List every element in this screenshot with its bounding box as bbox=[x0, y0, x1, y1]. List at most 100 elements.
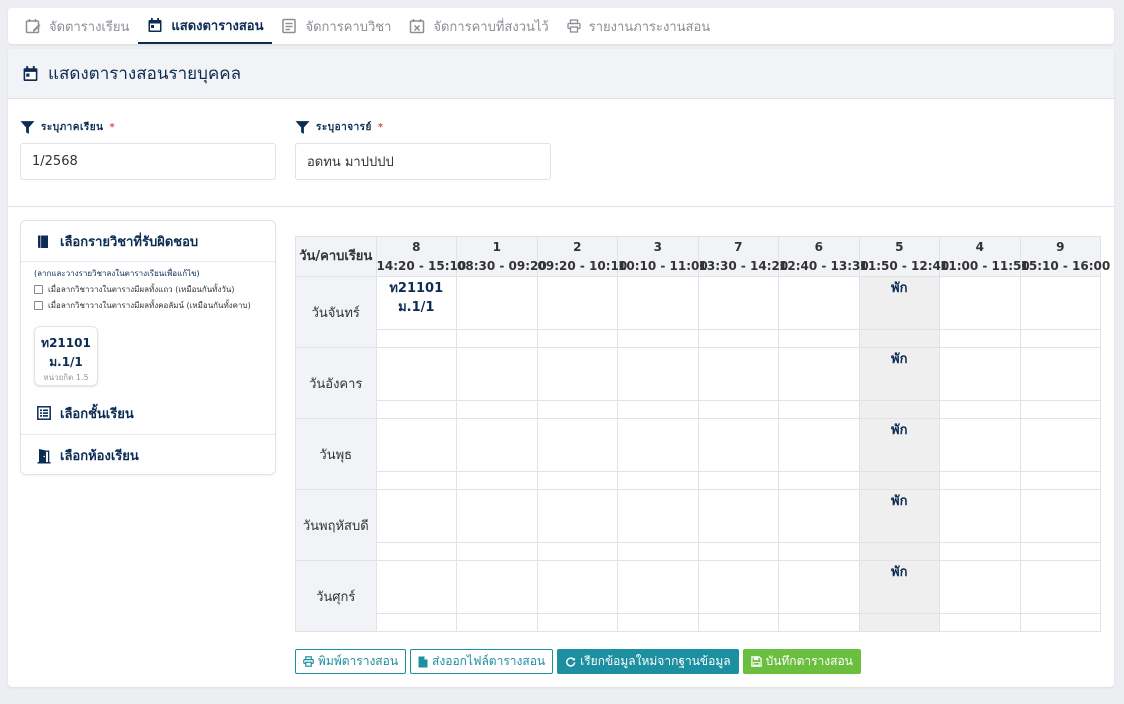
timetable-cell[interactable] bbox=[939, 489, 1021, 543]
timetable-cell[interactable] bbox=[778, 276, 860, 330]
timetable-cell-sub[interactable] bbox=[697, 329, 779, 348]
timetable-cell[interactable] bbox=[617, 489, 699, 543]
timetable-cell[interactable] bbox=[375, 347, 457, 401]
timetable-cell-sub[interactable] bbox=[375, 613, 457, 632]
break-cell: พัก bbox=[858, 489, 940, 543]
classes-header[interactable]: เลือกชั้นเรียน bbox=[21, 392, 275, 434]
tab-manage-reserved-periods[interactable]: จัดการคาบที่สงวนไว้ bbox=[400, 8, 557, 44]
timetable-cell-sub[interactable] bbox=[1019, 471, 1101, 490]
checkbox[interactable] bbox=[34, 285, 43, 294]
timetable-cell[interactable] bbox=[456, 489, 538, 543]
timetable-cell[interactable] bbox=[456, 418, 538, 472]
timetable-cell-sub[interactable] bbox=[456, 471, 538, 490]
option-column-effect[interactable]: เมื่อลากวิชาวางในตารางมีผลทั้งคอลัมน์ (เ… bbox=[21, 296, 275, 312]
timetable-cell-sub[interactable] bbox=[697, 400, 779, 419]
timetable-cell-sub[interactable] bbox=[375, 542, 457, 561]
timetable-cell[interactable] bbox=[456, 560, 538, 614]
checkbox[interactable] bbox=[34, 301, 43, 310]
tab-manage-periods[interactable]: จัดการคาบวิชา bbox=[272, 8, 400, 44]
subjects-header[interactable]: เลือกรายวิชาที่รับผิดชอบ bbox=[21, 221, 275, 262]
timetable-cell[interactable] bbox=[617, 276, 699, 330]
timetable-cell-sub[interactable] bbox=[939, 471, 1021, 490]
tab-schedule-class[interactable]: จัดตารางเรียน bbox=[16, 8, 138, 44]
reload-from-database-button[interactable]: เรียกข้อมูลใหม่จากฐานข้อมูล bbox=[557, 649, 739, 674]
timetable-cell[interactable] bbox=[536, 276, 618, 330]
timetable-cell[interactable] bbox=[536, 560, 618, 614]
timetable-cell[interactable] bbox=[375, 560, 457, 614]
timetable-cell[interactable] bbox=[1019, 276, 1101, 330]
teacher-select[interactable]: อดทน มาปปปป bbox=[295, 143, 551, 180]
timetable-cell[interactable] bbox=[617, 347, 699, 401]
timetable-cell[interactable] bbox=[1019, 418, 1101, 472]
save-schedule-button[interactable]: บันทึกตารางสอน bbox=[742, 649, 861, 674]
timetable-cell-sub[interactable] bbox=[778, 329, 860, 348]
timetable-cell-sub[interactable] bbox=[778, 613, 860, 632]
timetable-cell[interactable] bbox=[778, 347, 860, 401]
timetable-cell[interactable] bbox=[1019, 347, 1101, 401]
timetable-cell[interactable] bbox=[939, 418, 1021, 472]
timetable-cell-sub[interactable] bbox=[939, 613, 1021, 632]
timetable-cell[interactable] bbox=[456, 347, 538, 401]
timetable-cell[interactable] bbox=[536, 489, 618, 543]
print-schedule-button[interactable]: พิมพ์ตารางสอน bbox=[295, 649, 407, 674]
timetable-cell-sub[interactable] bbox=[1019, 613, 1101, 632]
timetable-cell-sub[interactable] bbox=[536, 471, 618, 490]
timetable-cell-sub[interactable] bbox=[536, 400, 618, 419]
timetable-cell-sub[interactable] bbox=[778, 542, 860, 561]
timetable-cell[interactable] bbox=[456, 276, 538, 330]
timetable-cell[interactable] bbox=[536, 347, 618, 401]
export-schedule-button[interactable]: ส่งออกไฟล์ตารางสอน bbox=[410, 649, 554, 674]
timetable-cell-sub[interactable] bbox=[617, 400, 699, 419]
timetable-cell-sub[interactable] bbox=[697, 613, 779, 632]
timetable-cell[interactable] bbox=[536, 418, 618, 472]
timetable-cell-sub[interactable] bbox=[697, 542, 779, 561]
timetable-cell[interactable] bbox=[697, 418, 779, 472]
timetable-cell-sub[interactable] bbox=[375, 329, 457, 348]
timetable-cell-sub[interactable] bbox=[1019, 329, 1101, 348]
timetable-cell-sub[interactable] bbox=[536, 329, 618, 348]
timetable-cell-sub[interactable] bbox=[456, 329, 538, 348]
timetable-cell-sub[interactable] bbox=[939, 542, 1021, 561]
timetable-cell[interactable] bbox=[697, 347, 779, 401]
timetable-cell[interactable] bbox=[375, 489, 457, 543]
rooms-header[interactable]: เลือกห้องเรียน bbox=[21, 434, 275, 476]
timetable-cell-sub[interactable] bbox=[939, 329, 1021, 348]
timetable-cell-sub[interactable] bbox=[536, 613, 618, 632]
timetable-cell-sub[interactable] bbox=[1019, 400, 1101, 419]
timetable-cell-sub[interactable] bbox=[617, 542, 699, 561]
timetable-cell-sub[interactable] bbox=[456, 542, 538, 561]
timetable-cell[interactable] bbox=[617, 560, 699, 614]
timetable-cell-sub[interactable] bbox=[617, 329, 699, 348]
timetable-cell[interactable] bbox=[778, 418, 860, 472]
timetable-cell-sub[interactable] bbox=[778, 471, 860, 490]
term-select[interactable]: 1/2568 bbox=[20, 143, 276, 180]
timetable-cell[interactable] bbox=[1019, 560, 1101, 614]
timetable-cell-sub[interactable] bbox=[939, 400, 1021, 419]
timetable-cell-sub[interactable] bbox=[778, 400, 860, 419]
timetable-cell[interactable] bbox=[617, 418, 699, 472]
timetable-cell[interactable] bbox=[778, 489, 860, 543]
timetable-cell[interactable] bbox=[375, 418, 457, 472]
timetable-cell-sub[interactable] bbox=[456, 613, 538, 632]
tab-show-teaching-schedule[interactable]: แสดงตารางสอน bbox=[138, 8, 273, 44]
option-row-effect[interactable]: เมื่อลากวิชาวางในตารางมีผลทั้งแถว (เหมือ… bbox=[21, 280, 275, 296]
timetable-cell-sub[interactable] bbox=[375, 400, 457, 419]
timetable-cell-sub[interactable] bbox=[456, 400, 538, 419]
timetable-cell[interactable] bbox=[697, 489, 779, 543]
timetable-cell[interactable] bbox=[939, 347, 1021, 401]
timetable-cell-sub[interactable] bbox=[617, 471, 699, 490]
timetable-cell[interactable] bbox=[1019, 489, 1101, 543]
timetable-cell-sub[interactable] bbox=[536, 542, 618, 561]
timetable-cell[interactable] bbox=[939, 560, 1021, 614]
timetable-cell[interactable] bbox=[697, 276, 779, 330]
scheduled-course-cell[interactable]: ท21101 ม.1/1 bbox=[375, 276, 457, 330]
timetable-cell-sub[interactable] bbox=[697, 471, 779, 490]
timetable-cell-sub[interactable] bbox=[617, 613, 699, 632]
tab-teaching-workload-report[interactable]: รายงานภาระงานสอน bbox=[558, 8, 719, 44]
timetable-cell-sub[interactable] bbox=[1019, 542, 1101, 561]
timetable-cell[interactable] bbox=[697, 560, 779, 614]
timetable-cell-sub[interactable] bbox=[375, 471, 457, 490]
timetable-cell[interactable] bbox=[778, 560, 860, 614]
course-chip[interactable]: ท21101 ม.1/1 หน่วยกิต 1.5 bbox=[34, 326, 98, 386]
timetable-cell[interactable] bbox=[939, 276, 1021, 330]
